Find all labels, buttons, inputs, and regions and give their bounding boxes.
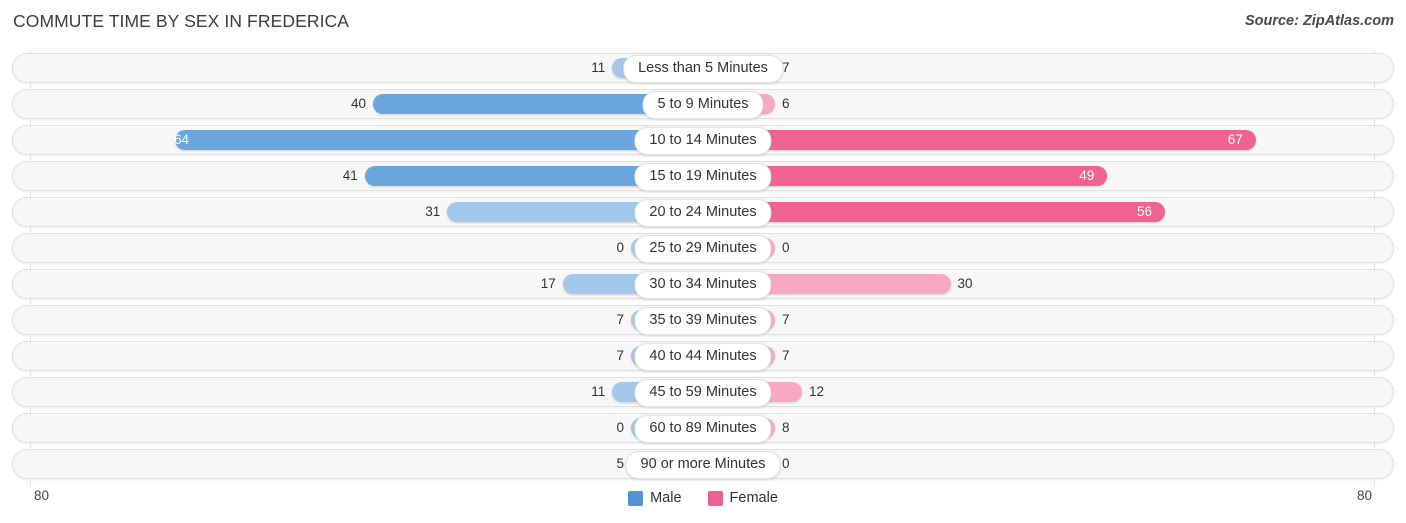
bar-value-male: 0	[616, 240, 624, 255]
bar-value-male: 11	[591, 60, 606, 75]
chart-row: 7 7 35 to 39 Minutes	[12, 305, 1394, 335]
bar-value-male: 17	[540, 276, 556, 291]
legend-label: Female	[729, 490, 778, 506]
category-label: 60 to 89 Minutes	[634, 415, 772, 443]
category-label: 90 or more Minutes	[625, 451, 781, 479]
bar-value-female: 8	[782, 420, 790, 435]
legend-item-female[interactable]: Female	[707, 490, 778, 506]
category-label: 30 to 34 Minutes	[634, 271, 772, 299]
chart-row: 0 0 25 to 29 Minutes	[12, 233, 1394, 263]
bar-value-female: 49	[1079, 168, 1095, 183]
legend-swatch-icon	[707, 490, 723, 506]
category-label: 20 to 24 Minutes	[634, 199, 772, 227]
bar-value-male: 7	[616, 348, 624, 363]
category-label: 45 to 59 Minutes	[634, 379, 772, 407]
page-title: COMMUTE TIME BY SEX IN FREDERICA	[13, 11, 350, 31]
legend-label: Male	[650, 490, 682, 506]
chart-row: 0 8 60 to 89 Minutes	[12, 413, 1394, 443]
category-label: 25 to 29 Minutes	[634, 235, 772, 263]
chart-row: 64 67 10 to 14 Minutes	[12, 125, 1394, 155]
chart-row: 40 6 5 to 9 Minutes	[12, 89, 1394, 119]
legend-swatch-icon	[628, 490, 644, 506]
bar-value-male: 40	[350, 96, 366, 111]
bar-value-male: 0	[616, 420, 624, 435]
bar-value-female: 7	[782, 312, 790, 327]
bar-female	[703, 130, 1256, 150]
source-attribution: Source: ZipAtlas.com	[1244, 13, 1394, 29]
category-label: 40 to 44 Minutes	[634, 343, 772, 371]
bar-value-female: 56	[1137, 204, 1153, 219]
bar-value-male: 11	[591, 384, 606, 399]
bar-value-female: 30	[957, 276, 973, 291]
chart-row: 17 30 30 to 34 Minutes	[12, 269, 1394, 299]
category-label: 5 to 9 Minutes	[642, 91, 764, 119]
category-label: 10 to 14 Minutes	[634, 127, 772, 155]
bar-female	[703, 202, 1165, 222]
bar-value-male: 7	[616, 312, 624, 327]
chart-plot-area: 11 7 Less than 5 Minutes 40 6 5 to 9 Minutes 6…	[0, 50, 1406, 486]
chart-row: 7 7 40 to 44 Minutes	[12, 341, 1394, 371]
bar-value-female: 12	[809, 384, 825, 399]
bar-value-male: 5	[616, 456, 624, 471]
bar-value-male: 64	[173, 132, 189, 147]
chart-row: 11 7 Less than 5 Minutes	[12, 53, 1394, 83]
chart-footer: 80 80 Male Female	[0, 486, 1406, 523]
bar-value-male: 31	[425, 204, 441, 219]
chart-row: 11 12 45 to 59 Minutes	[12, 377, 1394, 407]
bar-value-female: 0	[782, 240, 790, 255]
chart-header: COMMUTE TIME BY SEX IN FREDERICA Source:…	[0, 0, 1406, 44]
chart-legend: Male Female	[0, 490, 1406, 506]
bar-value-female: 7	[782, 60, 790, 75]
bar-value-female: 0	[782, 456, 790, 471]
bar-value-female: 6	[782, 96, 790, 111]
bar-male	[175, 130, 703, 150]
category-label: Less than 5 Minutes	[623, 55, 783, 83]
category-label: 15 to 19 Minutes	[634, 163, 772, 191]
bar-value-male: 41	[342, 168, 358, 183]
bar-value-female: 7	[782, 348, 790, 363]
chart-row: 31 56 20 to 24 Minutes	[12, 197, 1394, 227]
category-label: 35 to 39 Minutes	[634, 307, 772, 335]
chart-row: 41 49 15 to 19 Minutes	[12, 161, 1394, 191]
bar-value-female: 67	[1227, 132, 1243, 147]
chart-row: 5 0 90 or more Minutes	[12, 449, 1394, 479]
legend-item-male[interactable]: Male	[628, 490, 682, 506]
